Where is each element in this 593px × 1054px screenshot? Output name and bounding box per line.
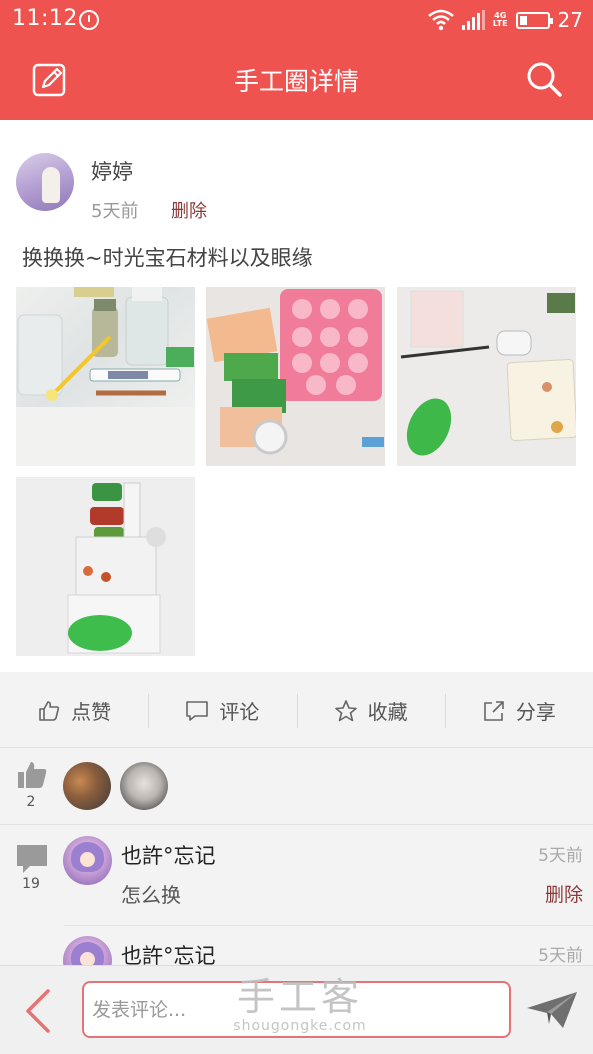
alarm-clock-icon [79,10,99,30]
share-label: 分享 [515,700,556,724]
divider [64,925,593,926]
comment-time: 5天前 [538,946,583,965]
avatar[interactable] [16,153,74,211]
comment-icon [17,845,47,873]
comment-icon [186,700,209,721]
favorite-button[interactable]: 收藏 [296,674,445,747]
liker-avatar[interactable] [120,762,168,810]
likes-row: 2 [0,748,593,825]
favorite-label: 收藏 [367,700,408,724]
comment-button[interactable]: 评论 [148,674,296,747]
thumbs-up-icon [18,762,47,788]
comment-input-wrapper [82,981,511,1038]
post-image-4[interactable] [16,477,195,656]
like-label: 点赞 [71,700,112,724]
battery-percent: 27 [557,8,583,32]
status-icons: 4G LTE 27 [428,4,583,36]
comment-item: 也許°忘记 5天前 [0,925,593,965]
comment-input[interactable] [84,983,509,1036]
wifi-icon [428,9,454,31]
send-icon[interactable] [525,990,579,1030]
app-header: 手工圈详情 [0,40,593,120]
comment-label: 评论 [219,700,260,724]
post-image-2[interactable] [206,287,385,466]
like-button[interactable]: 点赞 [0,674,148,747]
share-button[interactable]: 分享 [444,674,593,747]
search-icon[interactable] [525,60,563,98]
network-type: 4G LTE [492,11,508,28]
like-count: 2 [26,794,36,810]
status-time: 11:12 [12,6,78,31]
comment-text: 怎么换 [121,883,181,907]
battery-icon [515,11,553,29]
post-card: 婷婷 5天前 删除 换换换~时光宝石材料以及眼缘 [0,120,593,672]
liker-avatar[interactable] [63,762,111,810]
post-username[interactable]: 婷婷 [91,156,133,186]
thumbs-up-icon [39,700,60,721]
signal-icon [461,10,485,30]
avatar[interactable] [63,936,112,965]
share-icon [484,700,504,721]
status-bar: 11:12 4G LTE 27 [0,0,593,40]
comment-bar [0,965,593,1054]
delete-comment-link[interactable]: 删除 [545,880,583,907]
avatar[interactable] [63,836,112,885]
comment-count: 19 [22,876,40,892]
star-icon [334,699,357,721]
page-title: 手工圈详情 [233,67,359,96]
comment-author[interactable]: 也許°忘记 [121,840,216,870]
delete-post-link[interactable]: 删除 [171,197,207,223]
post-image-1[interactable] [16,287,195,466]
back-chevron-icon[interactable] [22,988,54,1034]
post-time: 5天前 [91,201,139,222]
action-bar: 点赞 评论 收藏 分享 [0,674,593,748]
post-image-3[interactable] [397,287,576,466]
comment-item: 19 也許°忘记 5天前 怎么换 删除 [0,825,593,925]
comment-author[interactable]: 也許°忘记 [121,940,216,965]
comment-time: 5天前 [538,846,583,866]
post-content: 换换换~时光宝石材料以及眼缘 [22,246,313,270]
